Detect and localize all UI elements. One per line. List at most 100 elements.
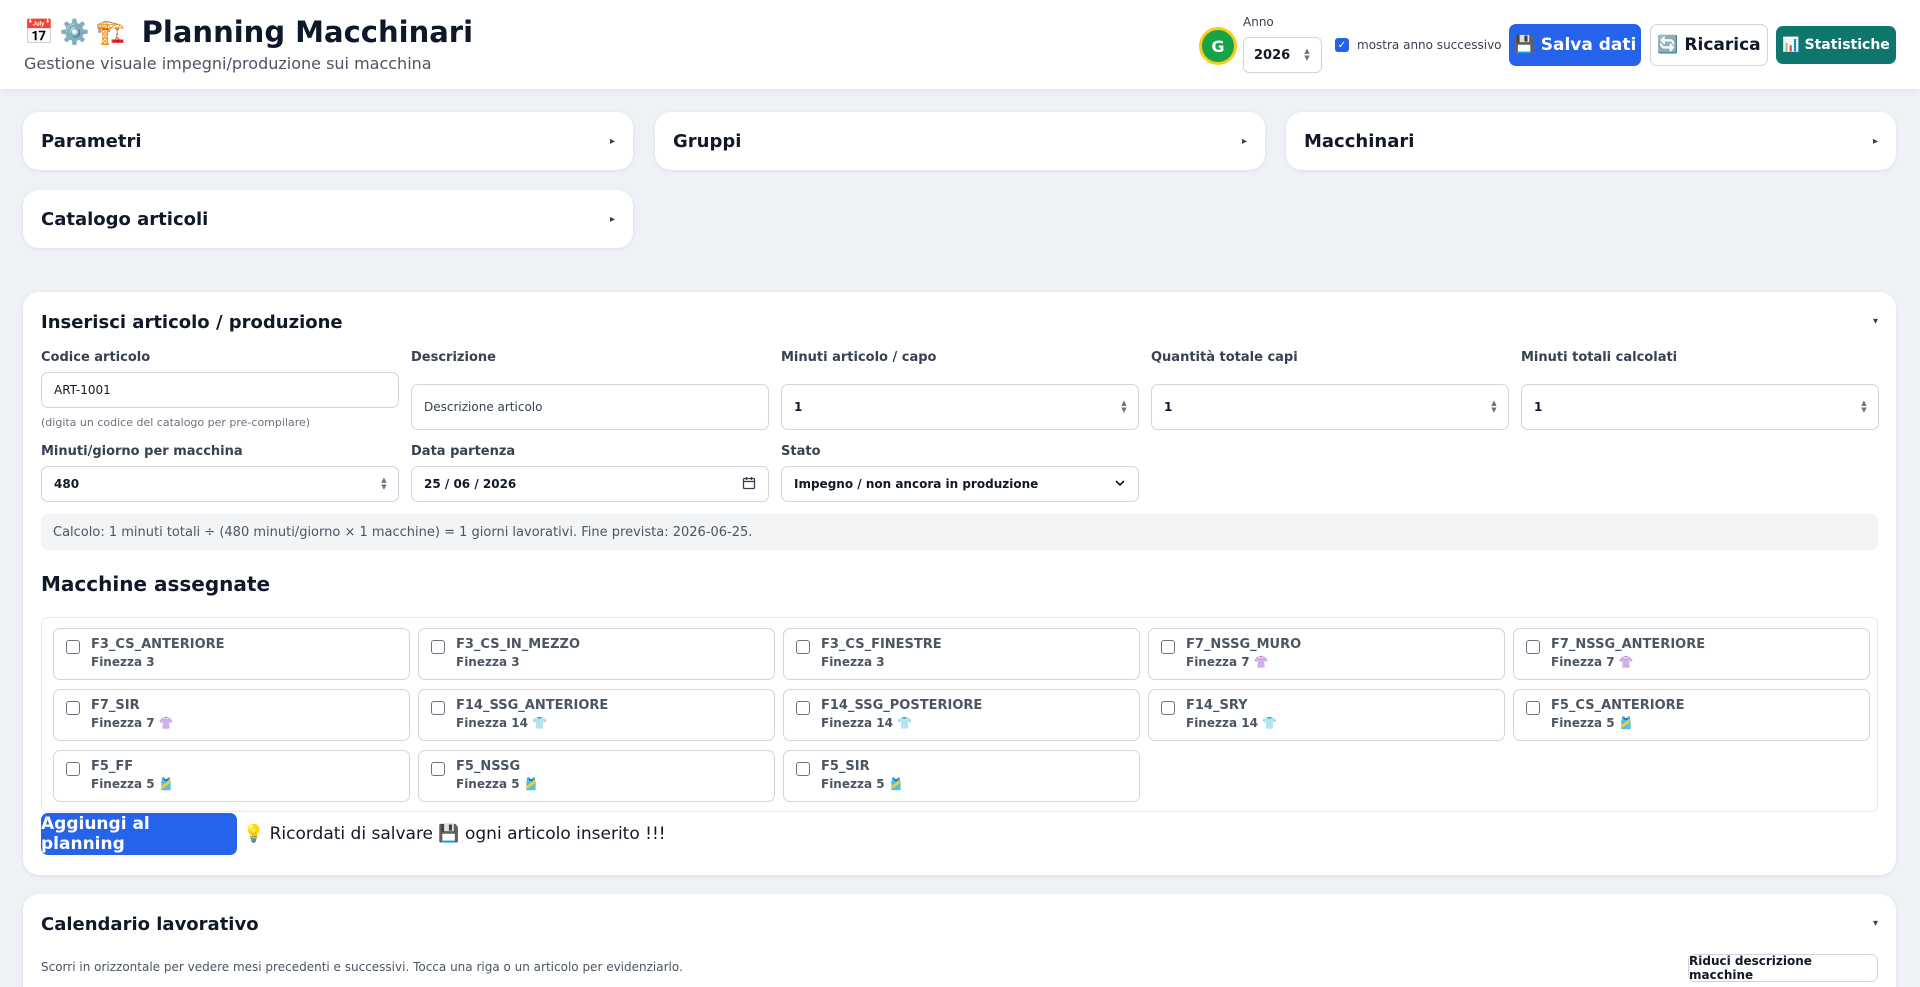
codice-hint: (digita un codice del catalogo per pre-c…	[41, 416, 311, 429]
stato-select[interactable]: Impegno / non ancora in produzione	[781, 466, 1139, 502]
data-partenza-value: 25 / 06 / 2026	[424, 477, 517, 491]
panel-title: Gruppi	[673, 130, 742, 152]
spinner-icon[interactable]: ▲ ▼	[1301, 47, 1313, 63]
panel-title: Parametri	[41, 130, 142, 152]
calendar-picker-icon[interactable]	[742, 476, 756, 493]
checkbox[interactable]	[431, 762, 445, 776]
checkbox[interactable]	[796, 762, 810, 776]
collapse-arrow-icon[interactable]: ▾	[1873, 316, 1878, 327]
machine-option[interactable]: F3_CS_IN_MEZZO Finezza 3	[418, 628, 775, 680]
machine-name: F3_CS_FINESTRE	[821, 637, 942, 652]
checkbox[interactable]	[431, 640, 445, 654]
codice-input[interactable]: ART-1001	[41, 372, 399, 408]
machine-name: F14_SSG_POSTERIORE	[821, 698, 983, 713]
descrizione-input[interactable]: Descrizione articolo	[411, 384, 769, 430]
expand-arrow-icon[interactable]: ▸	[1873, 136, 1878, 147]
minuti-totali-input[interactable]: 1 ▲ ▼	[1521, 384, 1879, 430]
descrizione-label: Descrizione	[411, 350, 496, 365]
collapse-arrow-icon[interactable]: ▾	[1873, 918, 1878, 929]
save-button[interactable]: 💾 Salva dati	[1509, 24, 1641, 66]
save-reminder: 💡 Ricordati di salvare 💾 ogni articolo i…	[243, 824, 666, 844]
machine-option[interactable]: F7_NSSG_ANTERIORE Finezza 7 👚	[1513, 628, 1870, 680]
add-to-planning-button[interactable]: Aggiungi al planning	[41, 813, 237, 855]
checkbox-checked-icon[interactable]: ✓	[1335, 38, 1349, 52]
machine-option[interactable]: F14_SRY Finezza 14 👕	[1148, 689, 1505, 741]
reload-button[interactable]: 🔄 Ricarica	[1650, 24, 1768, 66]
stats-button[interactable]: 📊 Statistiche	[1776, 26, 1896, 64]
machine-finezza: Finezza 7 👚	[1186, 655, 1269, 669]
checkbox[interactable]	[1161, 640, 1175, 654]
avatar[interactable]: G	[1199, 27, 1237, 65]
machine-option[interactable]: F5_NSSG Finezza 5 🎽	[418, 750, 775, 802]
machine-option[interactable]: F5_CS_ANTERIORE Finezza 5 🎽	[1513, 689, 1870, 741]
checkbox[interactable]	[1526, 701, 1540, 715]
panel-title: Macchinari	[1304, 130, 1415, 152]
show-next-year-toggle[interactable]: ✓ mostra anno successivo	[1335, 37, 1502, 53]
insert-article-card: Inserisci articolo / produzione ▾ Codice…	[23, 292, 1896, 875]
machine-name: F3_CS_IN_MEZZO	[456, 637, 581, 652]
minuti-capo-value: 1	[794, 400, 803, 414]
machine-name: F5_CS_ANTERIORE	[1551, 698, 1685, 713]
machine-finezza: Finezza 14 👕	[821, 716, 913, 730]
panel-title: Catalogo articoli	[41, 208, 209, 230]
spinner-icon[interactable]: ▲ ▼	[1488, 399, 1500, 415]
machine-option[interactable]: F7_NSSG_MURO Finezza 7 👚	[1148, 628, 1505, 680]
data-partenza-input[interactable]: 25 / 06 / 2026	[411, 466, 769, 502]
machine-option[interactable]: F14_SSG_ANTERIORE Finezza 14 👕	[418, 689, 775, 741]
panel-gruppi[interactable]: Gruppi ▸	[655, 112, 1265, 170]
panel-parametri[interactable]: Parametri ▸	[23, 112, 633, 170]
minuti-capo-input[interactable]: 1 ▲ ▼	[781, 384, 1139, 430]
checkbox[interactable]	[796, 640, 810, 654]
checkbox[interactable]	[66, 762, 80, 776]
expand-arrow-icon[interactable]: ▸	[610, 214, 615, 225]
minuti-giorno-input[interactable]: 480 ▲ ▼	[41, 466, 399, 502]
panel-catalogo[interactable]: Catalogo articoli ▸	[23, 190, 633, 248]
machine-finezza: Finezza 14 👕	[1186, 716, 1278, 730]
title-row: 📅 ⚙️ 🏗️ Planning Macchinari	[24, 14, 473, 50]
minuti-totali-label: Minuti totali calcolati	[1521, 350, 1678, 365]
quantita-input[interactable]: 1 ▲ ▼	[1151, 384, 1509, 430]
machine-option[interactable]: F3_CS_FINESTRE Finezza 3	[783, 628, 1140, 680]
reduce-description-button[interactable]: Riduci descrizione macchine	[1688, 954, 1878, 982]
year-input[interactable]: 2026 ▲ ▼	[1243, 37, 1322, 73]
checkbox[interactable]	[66, 640, 80, 654]
checkbox[interactable]	[66, 701, 80, 715]
section-title: Inserisci articolo / produzione	[41, 312, 343, 333]
machine-name: F14_SRY	[1186, 698, 1248, 713]
checkbox[interactable]	[1161, 701, 1175, 715]
calendar-description: Scorri in orizzontale per vedere mesi pr…	[41, 960, 683, 974]
panel-header[interactable]: Parametri ▸	[41, 112, 615, 170]
machine-option[interactable]: F5_SIR Finezza 5 🎽	[783, 750, 1140, 802]
show-next-year-label: mostra anno successivo	[1357, 38, 1502, 52]
machine-finezza: Finezza 3	[91, 655, 155, 669]
expand-arrow-icon[interactable]: ▸	[1242, 136, 1247, 147]
calendar-icon: 📅	[24, 18, 54, 46]
spinner-icon[interactable]: ▲ ▼	[1858, 399, 1870, 415]
machine-finezza: Finezza 7 👚	[91, 716, 174, 730]
page-title: Planning Macchinari	[141, 15, 474, 49]
machine-option[interactable]: F14_SSG_POSTERIORE Finezza 14 👕	[783, 689, 1140, 741]
panel-header[interactable]: Gruppi ▸	[673, 112, 1247, 170]
machine-finezza: Finezza 5 🎽	[91, 777, 174, 791]
data-partenza-label: Data partenza	[411, 444, 516, 459]
machine-name: F7_NSSG_MURO	[1186, 637, 1302, 652]
gear-icon: ⚙️	[59, 18, 90, 46]
expand-arrow-icon[interactable]: ▸	[610, 136, 615, 147]
panel-header[interactable]: Catalogo articoli ▸	[41, 190, 615, 248]
machine-finezza: Finezza 5 🎽	[821, 777, 904, 791]
panel-macchinari[interactable]: Macchinari ▸	[1286, 112, 1896, 170]
machine-finezza: Finezza 5 🎽	[1551, 716, 1634, 730]
checkbox[interactable]	[796, 701, 810, 715]
year-label: Anno	[1243, 15, 1274, 29]
codice-label: Codice articolo	[41, 350, 151, 365]
machine-option[interactable]: F5_FF Finezza 5 🎽	[53, 750, 410, 802]
machine-option[interactable]: F7_SIR Finezza 7 👚	[53, 689, 410, 741]
checkbox[interactable]	[431, 701, 445, 715]
panel-header[interactable]: Macchinari ▸	[1304, 112, 1878, 170]
spinner-icon[interactable]: ▲ ▼	[378, 476, 390, 492]
spinner-icon[interactable]: ▲ ▼	[1118, 399, 1130, 415]
stato-value: Impegno / non ancora in produzione	[794, 477, 1039, 491]
calendar-title: Calendario lavorativo	[41, 914, 259, 935]
checkbox[interactable]	[1526, 640, 1540, 654]
machine-option[interactable]: F3_CS_ANTERIORE Finezza 3	[53, 628, 410, 680]
